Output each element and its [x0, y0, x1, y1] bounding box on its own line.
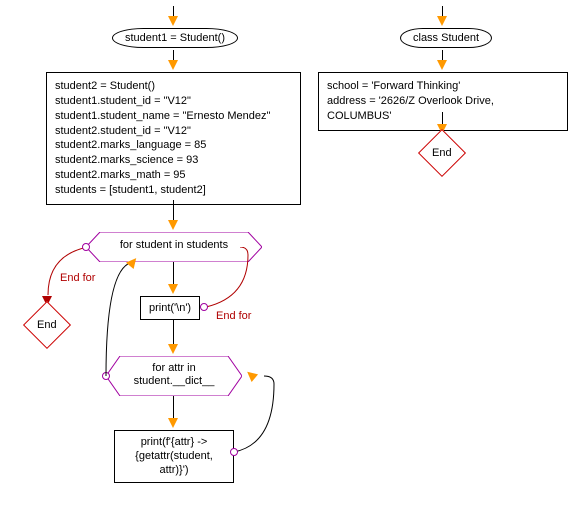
print-attr: print(f'{attr} -> {getattr(student, attr…: [114, 430, 234, 483]
loopback-arc-print: [232, 374, 278, 454]
end-diamond-right: End: [418, 129, 466, 177]
code-line: students = [student1, student2]: [55, 183, 292, 198]
arrow-icon: [168, 220, 178, 230]
code-line: address = '2626/Z Overlook Drive, COLUMB…: [327, 94, 559, 124]
arrow-icon: [168, 344, 178, 354]
arrow-icon: [437, 16, 447, 26]
loopback-arc-inner: [104, 260, 144, 378]
code-line: student1.student_name = "Ernesto Mendez": [55, 109, 292, 124]
code-line: school = 'Forward Thinking': [327, 79, 559, 94]
code-line: student2 = Student(): [55, 79, 292, 94]
arrow-icon: [168, 418, 178, 428]
code-line: student2.marks_language = 85: [55, 138, 292, 153]
terminator-student1: student1 = Student(): [112, 28, 238, 48]
code-line: student2.marks_science = 93: [55, 153, 292, 168]
arrow-icon: [168, 284, 178, 294]
code-line: student2.student_id = "V12": [55, 124, 292, 139]
end-diamond-left: End: [23, 301, 71, 349]
process-assignments: student2 = Student() student1.student_id…: [46, 72, 301, 205]
print-newline: print('\n'): [140, 296, 200, 320]
process-class-body: school = 'Forward Thinking' address = '2…: [318, 72, 568, 131]
endfor-label-right: End for: [216, 310, 251, 322]
endfor-label-left: End for: [60, 272, 95, 284]
code-line: student2.marks_math = 95: [55, 168, 292, 183]
arrow-icon: [168, 60, 178, 70]
code-line: student1.student_id = "V12": [55, 94, 292, 109]
endfor-arc-right: [198, 247, 252, 309]
arrow-icon: [437, 60, 447, 70]
start-arrow-icon: [168, 16, 178, 26]
terminator-class-student: class Student: [400, 28, 492, 48]
